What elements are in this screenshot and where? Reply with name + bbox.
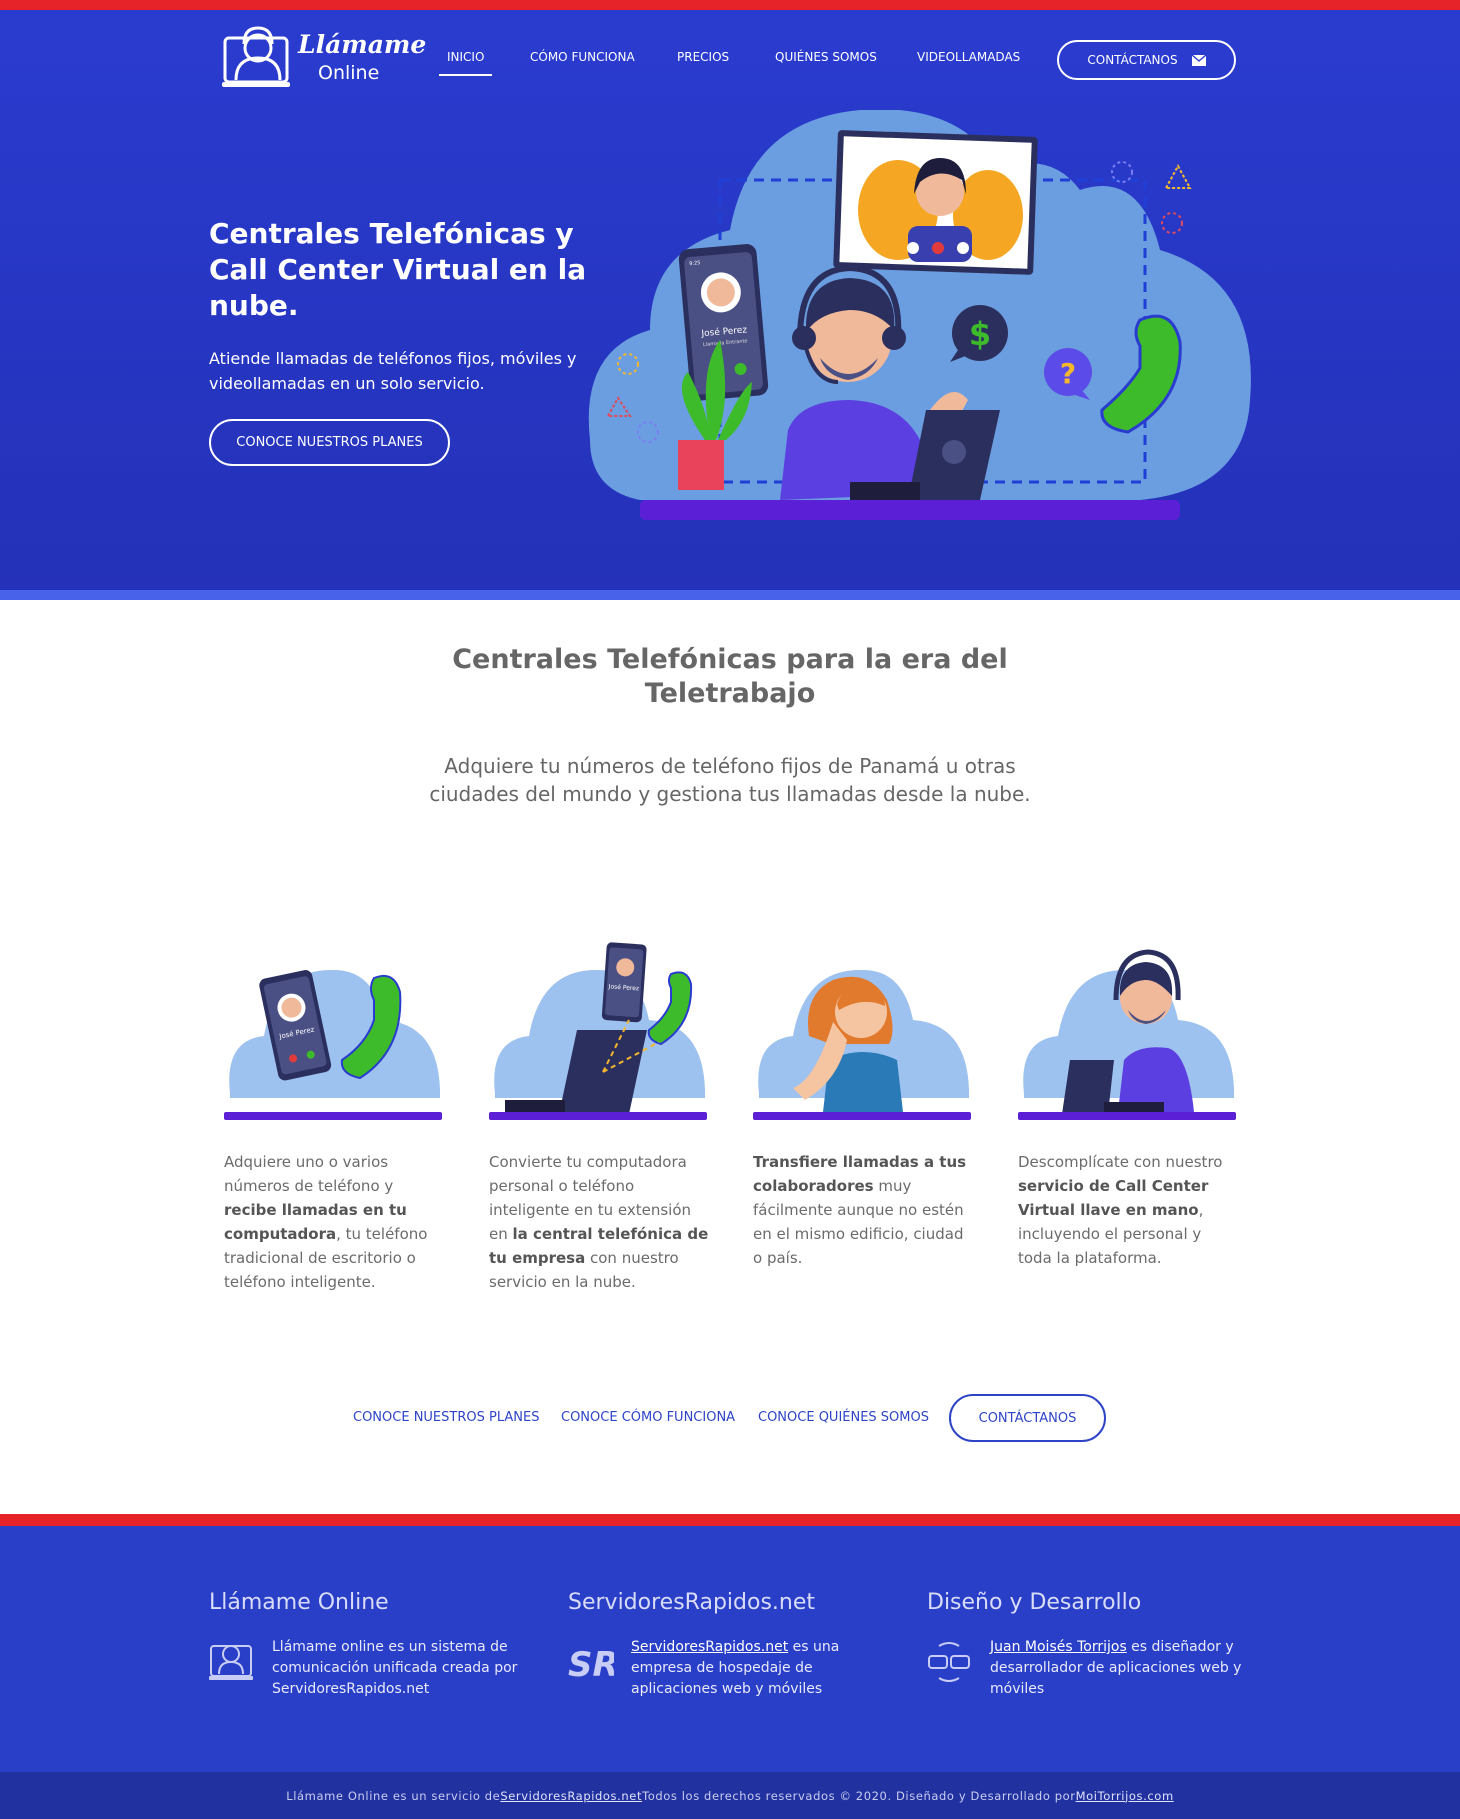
decor-triangle [1164, 163, 1192, 189]
sr-logo-icon: SR [568, 1645, 614, 1684]
decor-circle [1161, 212, 1183, 234]
intro-title: Centrales Telefónicas para la era del Te… [452, 644, 1008, 709]
footer-link-servidores[interactable]: ServidoresRapidos.net [631, 1639, 788, 1655]
feature-text-run: Adquiere uno o varios números de teléfon… [224, 1153, 394, 1195]
footer-text-llamame: Llámame online es un sistema de comunica… [272, 1637, 537, 1700]
mt-logo-icon [928, 1642, 970, 1682]
svg-text:?: ? [1060, 357, 1076, 390]
cta-link-how-it-works[interactable]: CONOCE CÓMO FUNCIONA [561, 1410, 735, 1425]
feature-laptop-illustration: José Perez [489, 942, 707, 1120]
footer-accent-bar [0, 1514, 1460, 1526]
feature-phone-illustration: José Perez [224, 969, 442, 1120]
cta-link-plans[interactable]: CONOCE NUESTROS PLANES [353, 1410, 539, 1425]
footer-link-designer[interactable]: Juan Moisés Torrijos [990, 1639, 1127, 1655]
feature-text-bold: servicio de Call Center Virtual llave en… [1018, 1177, 1209, 1219]
nav-quienes-somos[interactable]: QUIÉNES SOMOS [775, 50, 877, 72]
llamame-logo-icon [209, 1645, 253, 1680]
contact-button-label: CONTÁCTANOS [1087, 53, 1178, 67]
footer-text-llamame-body: Llámame online es un sistema de comunica… [272, 1639, 518, 1697]
hero-subtitle: Atiende llamadas de teléfonos fijos, móv… [209, 349, 577, 393]
hero-illustration: José Perez Llamada Entrante 9:25 $ ? [588, 110, 1251, 520]
hero-plans-button[interactable]: CONOCE NUESTROS PLANES [209, 419, 450, 466]
cta-contact-button[interactable]: CONTÁCTANOS [949, 1394, 1106, 1442]
envelope-icon [1191, 54, 1206, 66]
footer-title-llamame: Llámame Online [209, 1590, 389, 1615]
footer-text-servidores: ServidoresRapidos.net es una empresa de … [631, 1637, 896, 1700]
feature-text-bold: Transfiere llamadas a tus colaboradores [753, 1153, 967, 1195]
phone-time: 9:25 [689, 260, 701, 267]
footer-title-servidores: ServidoresRapidos.net [568, 1590, 816, 1615]
video-window [833, 130, 1038, 275]
feature-text-3: Transfiere llamadas a tus colaboradores … [753, 1150, 973, 1270]
llamame-logo-icon [222, 26, 290, 87]
feature-agent-illustration [1018, 949, 1236, 1120]
cta-link-about[interactable]: CONOCE QUIÉNES SOMOS [758, 1410, 929, 1425]
intro-subtitle: Adquiere tu números de teléfono fijos de… [429, 754, 1031, 806]
copyright-link-moitorrijos[interactable]: MoiTorrijos.com [1076, 1789, 1174, 1803]
copyright-bar: Llámame Online es un servicio de Servido… [0, 1772, 1460, 1819]
copyright-link-servidores[interactable]: ServidoresRapidos.net [500, 1789, 642, 1803]
svg-text:SR: SR [568, 1645, 614, 1684]
feature-text-run: Descomplícate con nuestro [1018, 1153, 1223, 1171]
hero-title: Centrales Telefónicas y Call Center Virt… [209, 217, 587, 322]
copyright-middle: Todos los derechos reservados © 2020. Di… [642, 1788, 1076, 1803]
svg-text:$: $ [969, 315, 991, 353]
copyright-prefix: Llámame Online es un servicio de [286, 1788, 501, 1803]
feature-woman-illustration [753, 969, 971, 1120]
desk [640, 500, 1180, 520]
top-accent-bar [0, 0, 1460, 10]
feature-text-1: Adquiere uno o varios números de teléfon… [224, 1150, 444, 1294]
site-logo[interactable]: Llámame Online [222, 24, 426, 90]
nav-videollamadas[interactable]: VIDEOLLAMADAS [917, 50, 1020, 72]
footer-title-design: Diseño y Desarrollo [927, 1590, 1142, 1615]
header-contact-button[interactable]: CONTÁCTANOS [1057, 40, 1236, 80]
logo-text-llamame: Llámame [298, 30, 427, 59]
feature-text-2: Convierte tu computadora personal o telé… [489, 1150, 709, 1294]
nav-inicio[interactable]: INICIO [438, 50, 493, 76]
nav-precios[interactable]: PRECIOS [677, 50, 729, 72]
hero-bottom-stripe [0, 590, 1460, 600]
feature-text-4: Descomplícate con nuestro servicio de Ca… [1018, 1150, 1238, 1270]
logo-text-online: Online [318, 62, 380, 84]
footer-text-design: Juan Moisés Torrijos es diseñador y desa… [990, 1637, 1255, 1700]
nav-como-funciona[interactable]: CÓMO FUNCIONA [530, 50, 635, 72]
